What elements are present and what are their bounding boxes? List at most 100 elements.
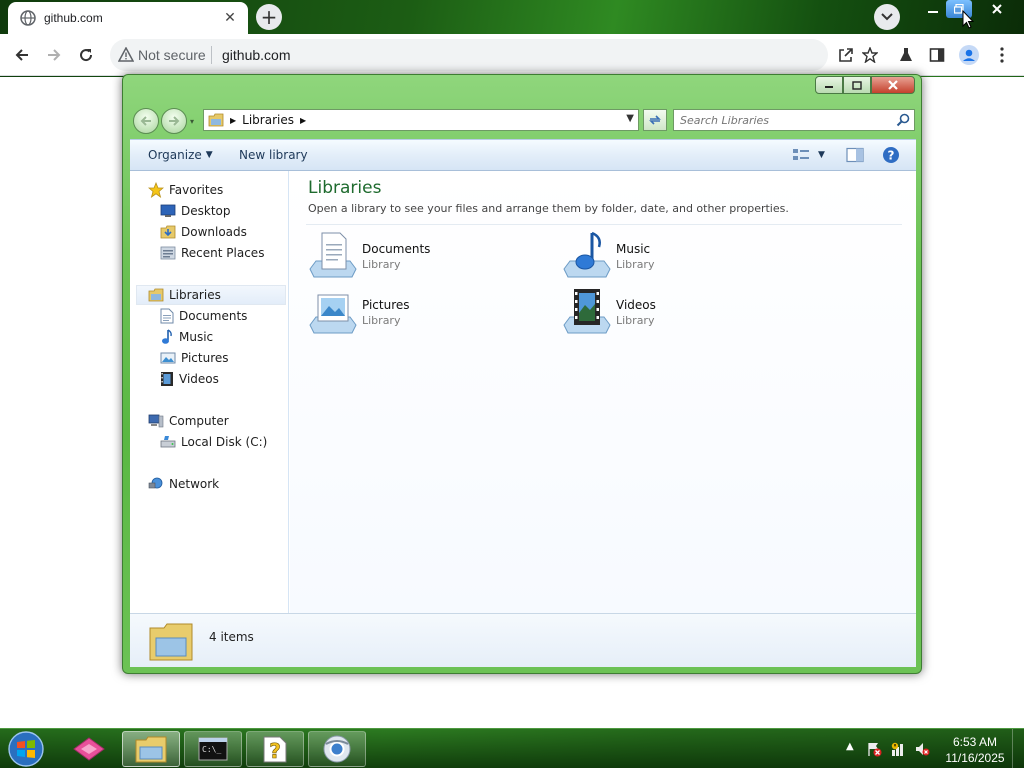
breadcrumb-arrow-icon[interactable]: ▶ xyxy=(300,116,306,125)
explorer-address-bar[interactable]: ▶ Libraries ▶ ▼ xyxy=(203,109,639,131)
breadcrumb-libraries[interactable]: Libraries xyxy=(242,113,294,127)
maximize-icon xyxy=(852,80,862,90)
taskbar-explorer[interactable] xyxy=(122,731,180,767)
recent-places-icon xyxy=(160,246,176,260)
share-button[interactable] xyxy=(835,44,857,66)
libraries-icon xyxy=(148,288,164,302)
nav-documents[interactable]: Documents xyxy=(160,306,247,326)
music-library-icon xyxy=(563,231,611,278)
refresh-icon xyxy=(649,115,661,125)
taskbar-pink-app[interactable] xyxy=(60,731,118,767)
browser-toolbar: Not secure github.com xyxy=(0,34,1024,76)
nav-local-disk-label: Local Disk (C:) xyxy=(181,435,268,449)
menu-button[interactable] xyxy=(991,44,1013,66)
explorer-refresh-button[interactable] xyxy=(643,109,667,131)
show-hidden-icons-button[interactable]: ▲ xyxy=(846,741,854,752)
reload-button[interactable] xyxy=(73,42,99,68)
nav-pictures[interactable]: Pictures xyxy=(160,348,229,368)
explorer-maximize-button[interactable] xyxy=(843,76,871,94)
tab-title: github.com xyxy=(44,11,103,25)
profile-button[interactable] xyxy=(958,44,980,66)
explorer-search-box[interactable] xyxy=(673,109,915,131)
nav-libraries[interactable]: Libraries xyxy=(136,285,286,305)
close-tab-icon[interactable]: ✕ xyxy=(220,8,240,28)
library-item-documents[interactable]: Documents Library xyxy=(308,231,528,281)
navigation-pane: Favorites Desktop Downloads Recent Place… xyxy=(130,171,289,613)
taskbar-clock[interactable]: 6:53 AM 11/16/2025 xyxy=(940,734,1010,766)
nav-favorites[interactable]: Favorites xyxy=(148,180,223,200)
side-panel-button[interactable] xyxy=(926,44,948,66)
desktop-icon xyxy=(160,204,176,217)
share-icon xyxy=(839,48,853,62)
taskbar-browser[interactable] xyxy=(308,731,366,767)
library-item-pictures[interactable]: Pictures Library xyxy=(308,287,528,337)
show-desktop-button[interactable] xyxy=(1012,729,1024,768)
lab-button[interactable] xyxy=(895,44,917,66)
breadcrumb-arrow-icon[interactable]: ▶ xyxy=(230,116,236,125)
url-text[interactable]: github.com xyxy=(222,47,290,63)
documents-library-icon xyxy=(309,232,357,278)
library-item-name: Videos xyxy=(616,298,656,312)
new-library-label: New library xyxy=(239,148,308,162)
chevron-down-icon: ▼ xyxy=(205,150,213,160)
security-status[interactable]: Not secure xyxy=(138,47,206,63)
back-button[interactable] xyxy=(9,42,35,68)
minimize-button[interactable] xyxy=(920,0,946,18)
minimize-icon xyxy=(928,11,938,13)
library-description: Open a library to see your files and arr… xyxy=(308,202,789,215)
change-view-button[interactable]: ▼ xyxy=(792,147,825,163)
taskbar-help[interactable]: ? xyxy=(246,731,304,767)
pink-app-icon xyxy=(73,737,105,761)
explorer-body: Favorites Desktop Downloads Recent Place… xyxy=(130,171,916,613)
help-document-icon: ? xyxy=(263,736,287,763)
chevron-down-icon[interactable]: ▼ xyxy=(818,150,825,160)
action-center-flag-icon[interactable] xyxy=(866,741,882,757)
nav-local-disk[interactable]: Local Disk (C:) xyxy=(160,432,267,452)
nav-downloads[interactable]: Downloads xyxy=(160,222,247,242)
organize-menu[interactable]: Organize ▼ xyxy=(148,148,213,162)
explorer-minimize-button[interactable] xyxy=(815,76,843,94)
view-options-icon xyxy=(793,149,809,160)
new-tab-button[interactable]: + xyxy=(256,4,282,30)
start-button[interactable] xyxy=(6,730,46,768)
libraries-folder-icon xyxy=(208,113,224,127)
explorer-forward-button[interactable] xyxy=(161,108,187,134)
explorer-command-bar: Organize ▼ New library ▼ ? xyxy=(130,139,916,171)
system-tray: ▲ 6:53 AM 11/16/2025 xyxy=(840,729,1024,768)
address-bar[interactable]: Not secure github.com xyxy=(110,39,828,71)
library-item-music[interactable]: Music Library xyxy=(562,231,782,281)
new-library-button[interactable]: New library xyxy=(239,148,308,162)
nav-recent-places-label: Recent Places xyxy=(181,246,265,260)
tab-search-button[interactable] xyxy=(874,4,900,30)
forward-button[interactable] xyxy=(41,42,67,68)
nav-desktop-label: Desktop xyxy=(181,204,231,218)
network-status-icon[interactable] xyxy=(890,741,906,757)
bookmark-button[interactable] xyxy=(859,44,881,66)
arrow-right-icon xyxy=(48,49,61,61)
nav-network[interactable]: Network xyxy=(148,474,219,494)
explorer-close-button[interactable] xyxy=(871,76,915,94)
browser-tab[interactable]: github.com ✕ xyxy=(8,2,248,34)
nav-videos[interactable]: Videos xyxy=(160,369,219,389)
taskbar-command-prompt[interactable]: C:\_ xyxy=(184,731,242,767)
libraries-folder-icon xyxy=(149,623,193,661)
divider xyxy=(306,224,902,225)
nav-music[interactable]: Music xyxy=(160,327,213,347)
network-icon xyxy=(148,477,163,489)
nav-pictures-label: Pictures xyxy=(181,351,229,365)
help-button[interactable]: ? xyxy=(882,146,900,164)
nav-computer[interactable]: Computer xyxy=(148,411,229,431)
address-dropdown-icon[interactable]: ▼ xyxy=(626,113,634,124)
volume-muted-icon[interactable] xyxy=(914,741,930,757)
recent-pages-chevron-icon[interactable]: ▾ xyxy=(190,117,194,126)
nav-recent-places[interactable]: Recent Places xyxy=(160,243,264,263)
minimize-icon xyxy=(825,86,833,88)
explorer-back-button[interactable] xyxy=(133,108,159,134)
preview-pane-icon xyxy=(846,147,864,163)
nav-desktop[interactable]: Desktop xyxy=(160,201,231,221)
preview-pane-button[interactable] xyxy=(846,147,864,163)
library-item-videos[interactable]: Videos Library xyxy=(562,287,782,337)
explorer-search-input[interactable] xyxy=(680,112,880,128)
star-icon xyxy=(148,182,164,198)
close-window-button[interactable] xyxy=(984,0,1010,18)
